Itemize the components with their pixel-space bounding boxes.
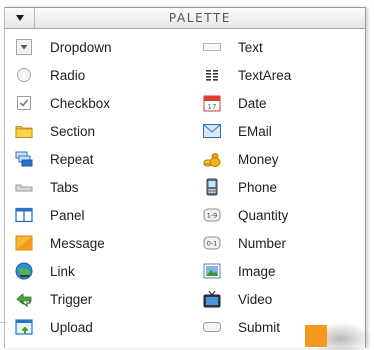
- upload-icon: [15, 318, 33, 336]
- number-icon-text: 0-1: [207, 240, 218, 248]
- link-icon: [15, 262, 33, 280]
- palette-item-date[interactable]: 17 Date: [203, 92, 267, 114]
- palette-panel: PALETTE Dropdown Radio Checkbox Section …: [4, 7, 366, 348]
- item-label: Video: [238, 291, 273, 307]
- checkbox-icon: [15, 94, 33, 112]
- item-label: Repeat: [50, 151, 94, 167]
- palette-item-repeat[interactable]: Repeat: [15, 148, 94, 170]
- palette-item-video[interactable]: Video: [203, 288, 272, 310]
- item-label: Upload: [50, 319, 93, 335]
- item-label: EMail: [238, 123, 272, 139]
- palette-item-textarea[interactable]: TextArea: [203, 64, 291, 86]
- divider-line: [0, 322, 6, 323]
- collapse-toggle[interactable]: [5, 8, 35, 28]
- item-label: Submit: [238, 319, 281, 335]
- palette-item-message[interactable]: Message: [15, 232, 105, 254]
- palette-item-section[interactable]: Section: [15, 120, 95, 142]
- palette-item-link[interactable]: Link: [15, 260, 75, 282]
- email-icon: [203, 122, 221, 140]
- palette-item-trigger[interactable]: Trigger: [15, 288, 92, 310]
- item-label: Section: [50, 123, 96, 139]
- palette-item-money[interactable]: Money: [203, 148, 279, 170]
- panel-icon: [15, 206, 33, 224]
- image-icon: [203, 262, 221, 280]
- dropdown-icon: [15, 38, 33, 56]
- tabs-icon: [15, 178, 33, 196]
- palette-item-tabs[interactable]: Tabs: [15, 176, 79, 198]
- palette-item-checkbox[interactable]: Checkbox: [15, 92, 110, 114]
- item-label: Image: [238, 263, 276, 279]
- item-label: Number: [238, 235, 287, 251]
- palette-item-radio[interactable]: Radio: [15, 64, 85, 86]
- item-label: TextArea: [238, 67, 292, 83]
- item-label: Date: [238, 95, 267, 111]
- palette-item-upload[interactable]: Upload: [15, 316, 93, 338]
- palette-item-email[interactable]: EMail: [203, 120, 272, 142]
- palette-item-quantity[interactable]: 1-9 Quantity: [203, 204, 288, 226]
- item-label: Trigger: [50, 291, 93, 307]
- palette-title: PALETTE: [168, 11, 232, 25]
- quantity-icon: 1-9: [203, 206, 221, 224]
- item-label: Link: [50, 263, 75, 279]
- phone-icon: [203, 178, 221, 196]
- palette-items: Dropdown Radio Checkbox Section Repeat T…: [5, 29, 365, 348]
- item-label: Text: [238, 39, 263, 55]
- item-label: Tabs: [50, 179, 79, 195]
- money-icon: [203, 150, 221, 168]
- palette-item-text[interactable]: Text: [203, 36, 263, 58]
- item-label: Panel: [50, 207, 85, 223]
- video-icon: [203, 290, 221, 308]
- palette-item-phone[interactable]: Phone: [203, 176, 277, 198]
- item-label: Message: [50, 235, 105, 251]
- calendar-day-text: 17: [208, 103, 217, 111]
- item-label: Dropdown: [50, 39, 112, 55]
- palette-item-number[interactable]: 0-1 Number: [203, 232, 286, 254]
- trigger-icon: [15, 290, 33, 308]
- message-icon: [15, 234, 33, 252]
- number-icon: 0-1: [203, 234, 221, 252]
- calendar-icon: 17: [203, 94, 221, 112]
- repeat-icon: [15, 150, 33, 168]
- palette-item-dropdown[interactable]: Dropdown: [15, 36, 112, 58]
- palette-header: PALETTE: [5, 7, 365, 29]
- item-label: Quantity: [238, 207, 289, 223]
- palette-item-panel[interactable]: Panel: [15, 204, 85, 226]
- text-icon: [203, 38, 221, 56]
- palette-item-submit[interactable]: Submit: [203, 316, 280, 338]
- triangle-down-icon: [15, 15, 24, 21]
- radio-icon: [15, 66, 33, 84]
- orange-marker: [305, 325, 327, 347]
- item-label: Money: [238, 151, 279, 167]
- item-label: Radio: [50, 67, 86, 83]
- quantity-icon-text: 1-9: [207, 212, 218, 220]
- textarea-icon: [203, 66, 221, 84]
- item-label: Checkbox: [50, 95, 111, 111]
- item-label: Phone: [238, 179, 278, 195]
- submit-icon: [203, 318, 221, 336]
- palette-item-image[interactable]: Image: [203, 260, 276, 282]
- folder-icon: [15, 122, 33, 140]
